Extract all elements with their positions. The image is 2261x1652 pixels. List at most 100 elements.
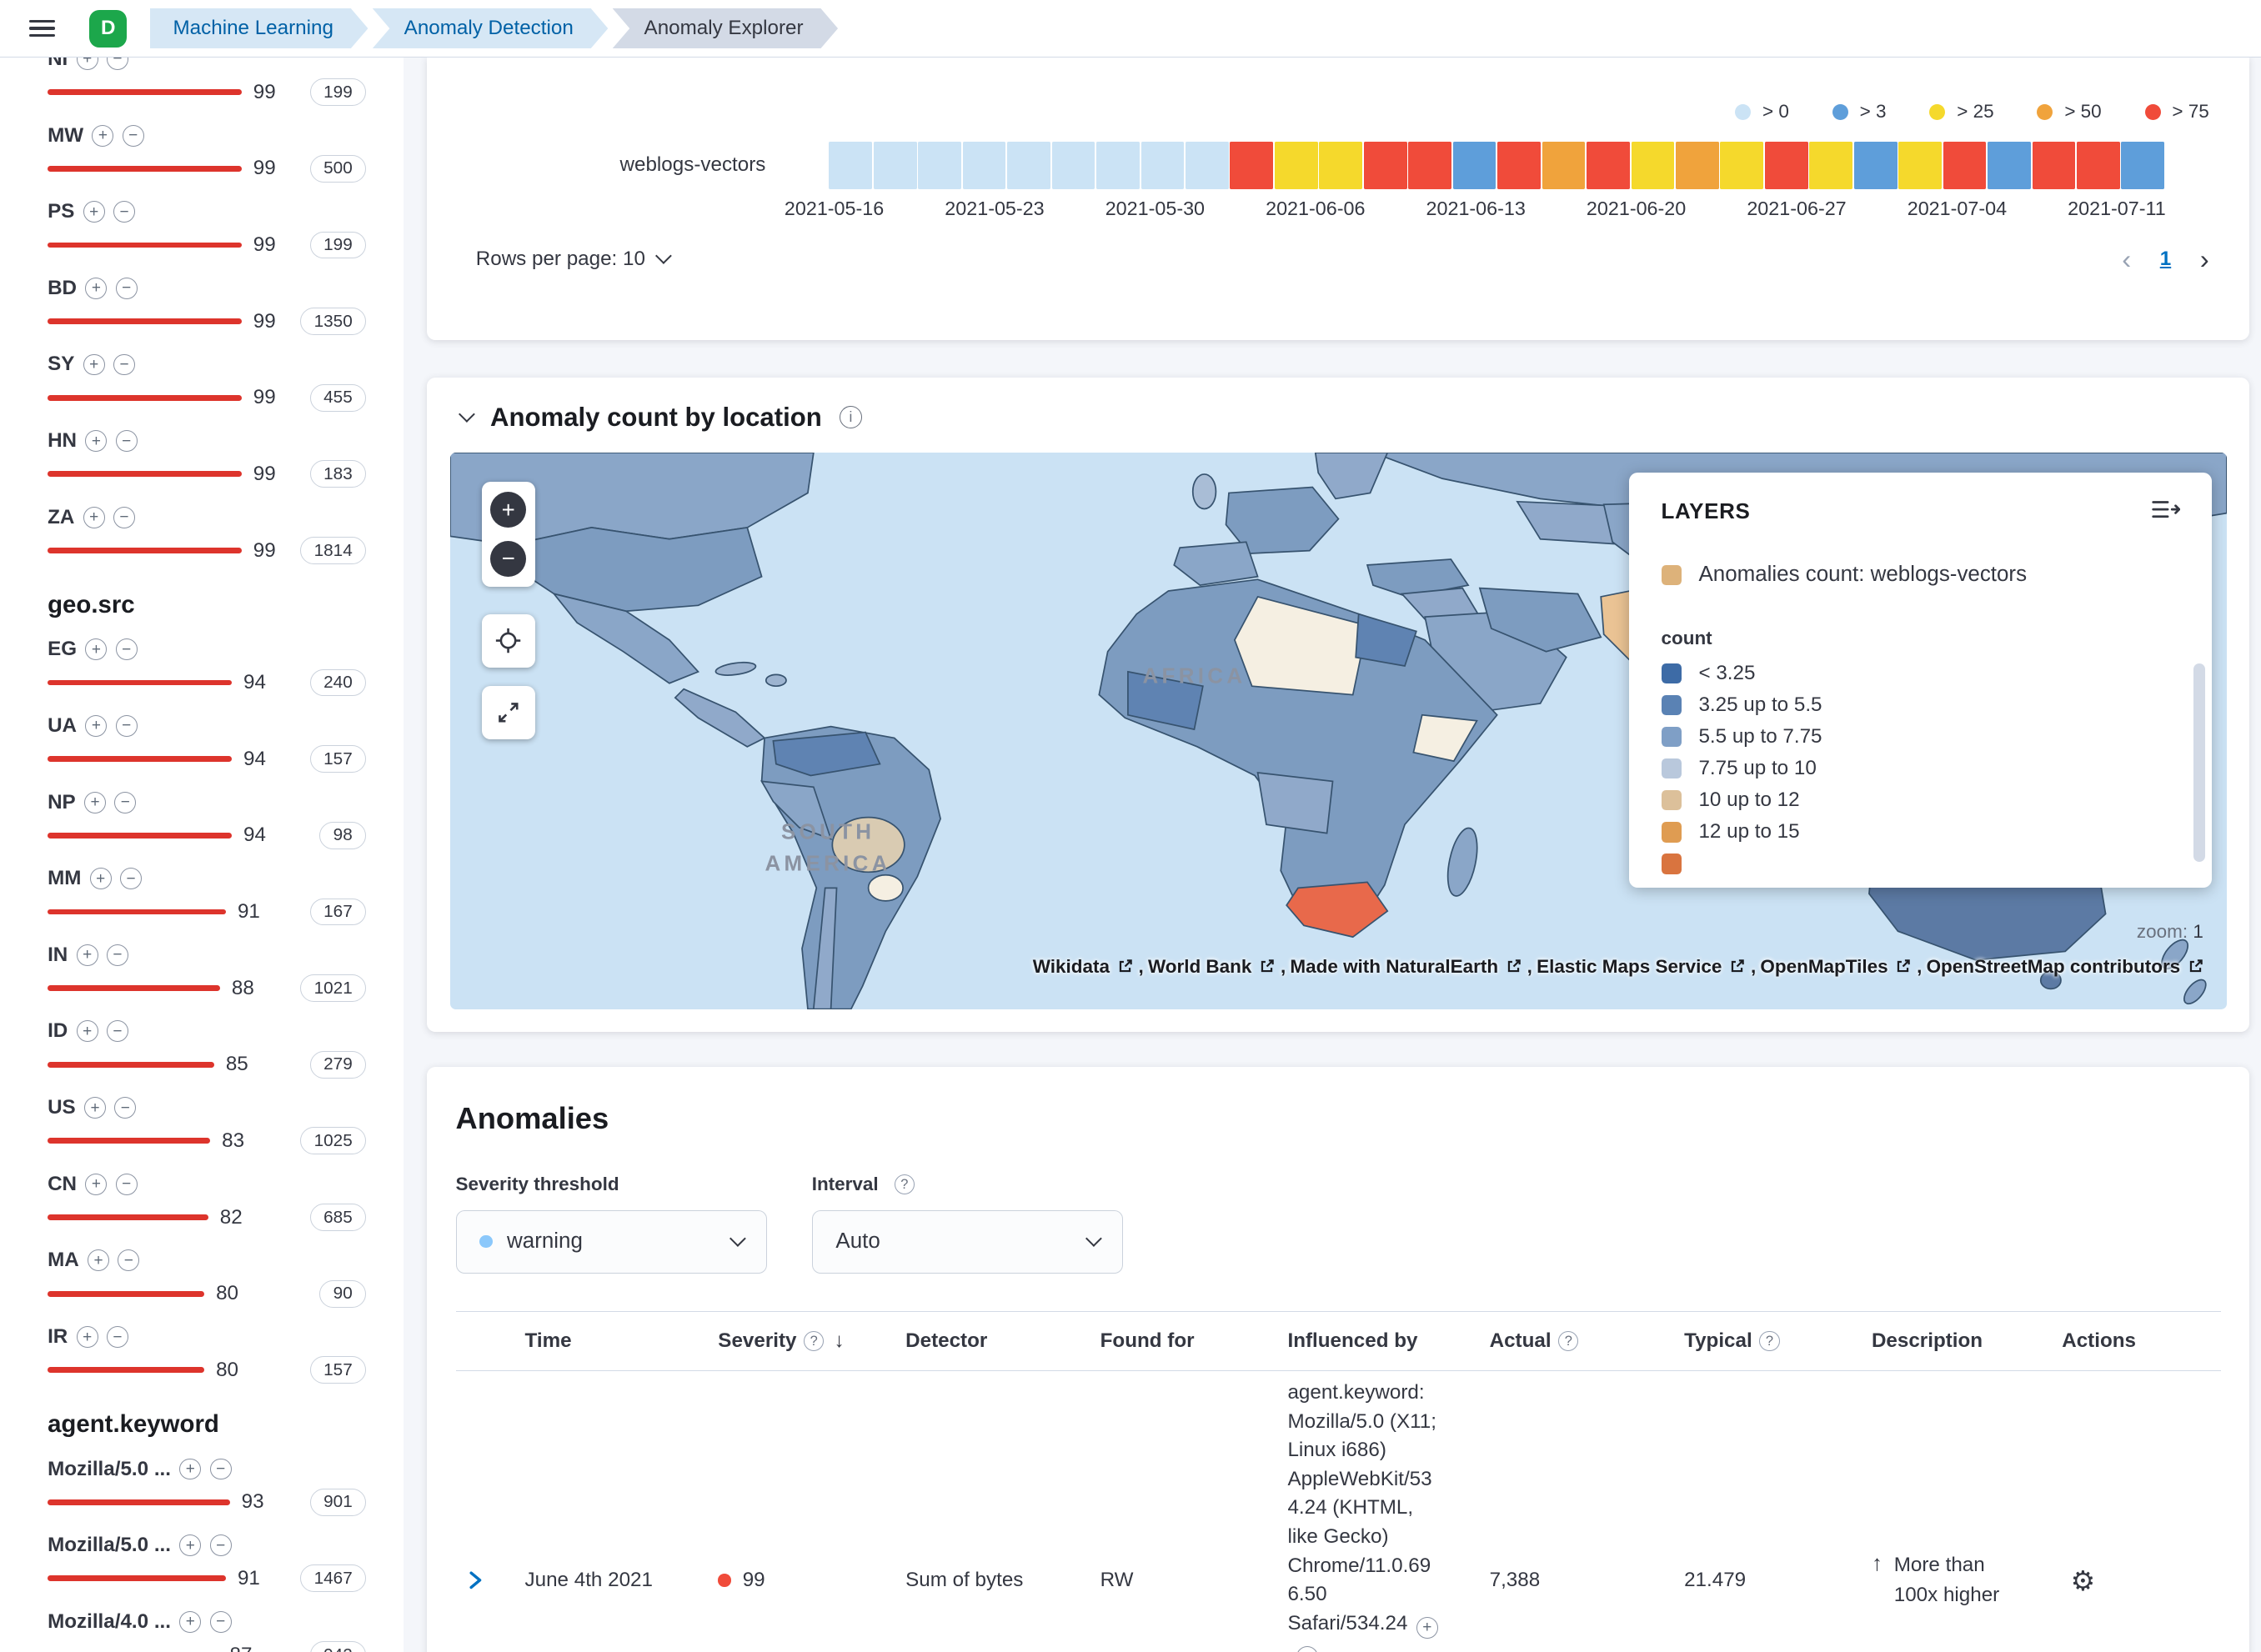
rows-per-page-button[interactable]: Rows per page: 10 [476,248,670,271]
remove-filter-icon[interactable]: − [107,58,128,70]
add-filter-icon[interactable]: + [85,715,107,737]
swimlane-cell[interactable] [829,142,872,189]
zoom-in-button[interactable]: + [490,492,526,528]
remove-filter-icon[interactable]: − [118,1249,139,1271]
gear-icon[interactable]: ⚙ [2071,1564,2095,1597]
add-influencer-filter-icon[interactable]: + [1416,1617,1438,1639]
add-filter-icon[interactable]: + [83,507,105,528]
swimlane-cell[interactable] [1319,142,1362,189]
world-map[interactable]: AFRICA SOUTH AMERICA + − [450,453,2227,1009]
add-filter-icon[interactable]: + [85,638,107,660]
remove-filter-icon[interactable]: − [116,715,138,737]
remove-filter-icon[interactable]: − [116,278,138,299]
page-number-button[interactable]: 1 [2160,248,2171,271]
add-filter-icon[interactable]: + [83,201,105,223]
remove-filter-icon[interactable]: − [114,792,136,813]
swimlane-cell[interactable] [874,142,917,189]
severity-threshold-select[interactable]: warning [456,1210,768,1274]
previous-page-button[interactable]: ‹ [2122,243,2131,275]
interval-select[interactable]: Auto [812,1210,1124,1274]
add-filter-icon[interactable]: + [84,792,106,813]
collapse-section-icon[interactable] [459,406,476,423]
swimlane-cell[interactable] [1676,142,1719,189]
swimlane-cell[interactable] [2077,142,2120,189]
swimlane-cell[interactable] [1542,142,1586,189]
remove-filter-icon[interactable]: − [210,1611,232,1633]
add-filter-icon[interactable]: + [179,1611,201,1633]
add-filter-icon[interactable]: + [84,1097,106,1119]
swimlane-cell[interactable] [1230,142,1273,189]
column-influenced-by[interactable]: Influenced by [1276,1329,1478,1353]
add-filter-icon[interactable]: + [77,1020,98,1042]
remove-filter-icon[interactable]: − [116,1174,138,1195]
add-filter-icon[interactable]: + [83,354,105,376]
breadcrumb-item[interactable]: Anomaly Detection [373,8,609,48]
space-avatar[interactable]: D [89,10,127,48]
swimlane-cell[interactable] [918,142,961,189]
column-actual[interactable]: Actual? [1478,1329,1672,1353]
swimlane-cell[interactable] [1364,142,1407,189]
breadcrumb-item[interactable]: Anomaly Explorer [613,8,839,48]
remove-filter-icon[interactable]: − [107,1326,128,1348]
add-filter-icon[interactable]: + [77,944,98,966]
remove-filter-icon[interactable]: − [107,1020,128,1042]
swimlane-cell[interactable] [1632,142,1675,189]
swimlane-cell[interactable] [2033,142,2076,189]
swimlane-cell[interactable] [1096,142,1140,189]
locate-button[interactable] [482,614,535,668]
remove-filter-icon[interactable]: − [113,507,135,528]
add-filter-icon[interactable]: + [179,1459,201,1480]
remove-influencer-filter-icon[interactable]: − [1296,1646,1318,1652]
menu-button[interactable] [14,1,69,56]
swimlane-cell[interactable] [963,142,1006,189]
swimlane-cell[interactable] [1809,142,1852,189]
remove-filter-icon[interactable]: − [120,868,142,889]
add-filter-icon[interactable]: + [90,868,112,889]
remove-filter-icon[interactable]: − [210,1459,232,1480]
add-filter-icon[interactable]: + [85,430,107,452]
next-page-button[interactable]: › [2200,243,2209,275]
remove-filter-icon[interactable]: − [113,354,135,376]
remove-filter-icon[interactable]: − [210,1534,232,1556]
swimlane-cell[interactable] [1007,142,1050,189]
add-filter-icon[interactable]: + [85,278,107,299]
swimlane-cell[interactable] [1988,142,2031,189]
swimlane-cell[interactable] [1943,142,1987,189]
swimlane-cell[interactable] [1720,142,1763,189]
column-detector[interactable]: Detector [894,1329,1088,1353]
breadcrumb-item[interactable]: Machine Learning [150,8,368,48]
swimlane-cell[interactable] [1453,142,1496,189]
help-icon[interactable]: ? [895,1174,915,1194]
zoom-out-button[interactable]: − [490,541,526,577]
swimlane-cell[interactable] [1186,142,1229,189]
remove-filter-icon[interactable]: − [113,201,135,223]
remove-filter-icon[interactable]: − [116,638,138,660]
swimlane-cell[interactable] [1854,142,1898,189]
add-filter-icon[interactable]: + [77,1326,98,1348]
attribution-link[interactable]: Made with NaturalEarth, [1290,956,1532,978]
expand-row-button[interactable] [467,1569,484,1592]
attribution-link[interactable]: OpenMapTiles, [1760,956,1922,978]
remove-filter-icon[interactable]: − [116,430,138,452]
layers-scrollbar[interactable] [2193,663,2205,863]
swimlane-cell[interactable] [1052,142,1095,189]
column-time[interactable]: Time [514,1329,707,1353]
add-filter-icon[interactable]: + [77,58,98,70]
attribution-link[interactable]: World Bank, [1148,956,1286,978]
column-severity[interactable]: Severity?↓ [706,1329,894,1353]
column-typical[interactable]: Typical? [1672,1329,1860,1353]
add-filter-icon[interactable]: + [88,1249,109,1271]
add-filter-icon[interactable]: + [92,125,113,147]
remove-filter-icon[interactable]: − [114,1097,136,1119]
add-filter-icon[interactable]: + [179,1534,201,1556]
swimlane-cell[interactable] [1587,142,1630,189]
swimlane-cell[interactable] [1497,142,1541,189]
swimlane-cell[interactable] [1765,142,1808,189]
fullscreen-map-button[interactable] [482,686,535,739]
swimlane-cell[interactable] [1141,142,1185,189]
info-icon[interactable]: i [840,406,863,429]
swimlane-cell[interactable] [1898,142,1942,189]
layer-item[interactable]: Anomalies count: weblogs-vectors [1662,563,2181,587]
column-found-for[interactable]: Found for [1089,1329,1276,1353]
remove-filter-icon[interactable]: − [123,125,144,147]
